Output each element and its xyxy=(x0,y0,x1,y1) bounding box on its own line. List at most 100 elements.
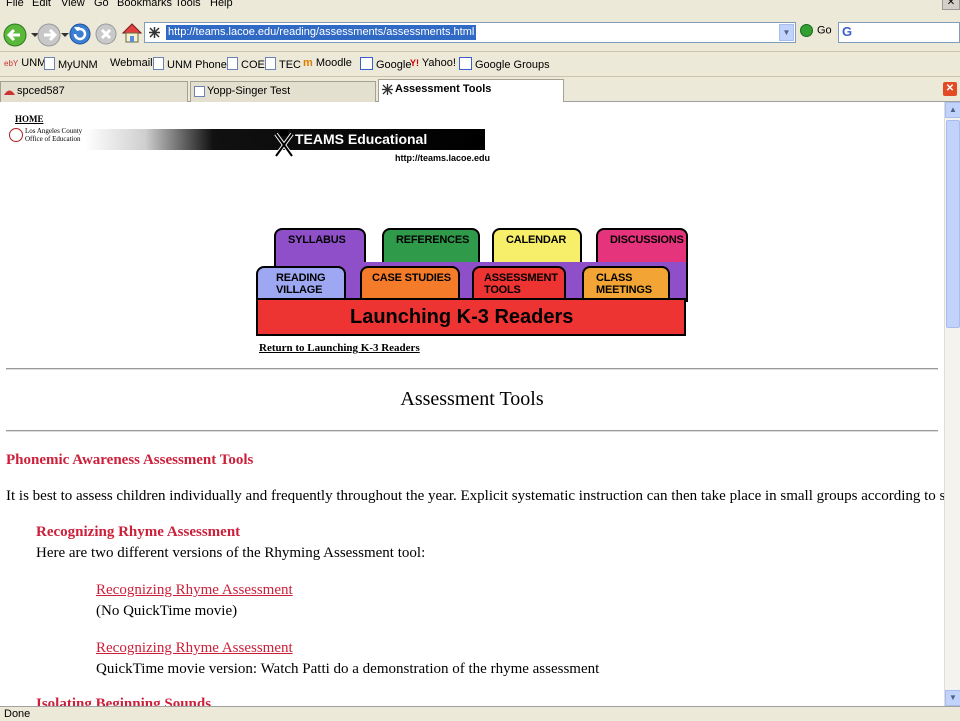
nav-tab-label: READING xyxy=(276,272,326,284)
close-tab-icon[interactable]: ✕ xyxy=(943,82,957,96)
go-icon xyxy=(800,24,813,37)
bookmark-label: Yahoo! xyxy=(421,57,456,69)
section-title: Phonemic Awareness Assessment Tools xyxy=(6,452,254,468)
bookmark-tec[interactable]: TEC xyxy=(265,57,301,71)
nav-tab-reading-village[interactable]: READING VILLAGE xyxy=(256,266,346,300)
go-label: Go xyxy=(817,24,832,37)
bookmark-google-groups[interactable]: Google Groups xyxy=(459,57,550,71)
bookmark-label: UNM Phone xyxy=(167,59,227,71)
subsection-description: Here are two different versions of the R… xyxy=(36,545,426,561)
status-bar: Done xyxy=(0,706,960,720)
forward-icon[interactable] xyxy=(36,22,70,48)
google-icon xyxy=(360,57,373,70)
google-icon xyxy=(459,57,472,70)
bookmark-google[interactable]: Google xyxy=(360,57,411,71)
bookmark-label: MyUNM xyxy=(58,59,98,71)
bookmark-unm[interactable]: ebY UNM xyxy=(4,57,46,69)
scroll-up-icon[interactable]: ▲ xyxy=(945,102,960,118)
moodle-icon: m xyxy=(303,57,313,69)
scroll-thumb[interactable] xyxy=(946,120,960,328)
bookmark-coe[interactable]: COE xyxy=(227,57,265,71)
lacoe-line1: Los Angeles County xyxy=(25,127,83,135)
lacoe-logo[interactable]: Los Angeles County Office of Education xyxy=(9,127,89,143)
google-search-icon: G xyxy=(842,24,853,39)
scroll-down-icon[interactable]: ▼ xyxy=(945,690,960,706)
page-content: HOME Los Angeles County Office of Educat… xyxy=(0,102,944,706)
tab-favicon-icon xyxy=(382,84,393,95)
tab-yopp-singer-test[interactable]: Yopp-Singer Test xyxy=(190,81,376,102)
nav-tab-label: TOOLS xyxy=(484,284,521,296)
divider xyxy=(6,368,938,370)
banner-url: http://teams.lacoe.edu xyxy=(395,153,491,163)
page-icon xyxy=(227,57,238,70)
nav-tab-label: ASSESSMENT xyxy=(484,272,558,284)
bookmark-label: Google Groups xyxy=(475,59,550,71)
vertical-scrollbar[interactable]: ▲ ▼ xyxy=(944,102,960,706)
bookmark-webmail[interactable]: Webmail xyxy=(110,57,153,69)
bookmark-label: Webmail xyxy=(110,57,153,69)
reload-icon[interactable] xyxy=(68,22,92,46)
nav-tab-class-meetings[interactable]: CLASS MEETINGS xyxy=(582,266,670,300)
bookmark-label: COE xyxy=(241,59,265,71)
subsection-title: Recognizing Rhyme Assessment xyxy=(36,524,241,540)
tab-assessment-tools[interactable]: Assessment Tools xyxy=(378,79,564,102)
bookmark-label: Moodle xyxy=(315,57,352,69)
nav-base-banner[interactable]: Launching K-3 Readers xyxy=(256,298,686,336)
menu-go[interactable]: Go xyxy=(94,0,109,9)
nav-base-title: Launching K-3 Readers xyxy=(350,306,574,328)
bookmark-label: Google xyxy=(376,59,412,71)
menu-bar: File Edit View Go Bookmarks Tools Help ✕ xyxy=(0,0,960,14)
bookmark-label: TEC xyxy=(279,59,301,71)
link-note: QuickTime movie version: Watch Patti do … xyxy=(96,661,600,677)
nav-tab-label: REFERENCES xyxy=(396,234,470,246)
address-bar[interactable]: http://teams.lacoe.edu/reading/assessmen… xyxy=(144,22,796,43)
menu-tools[interactable]: Tools xyxy=(175,0,201,9)
menu-help[interactable]: Help xyxy=(210,0,233,9)
status-text: Done xyxy=(4,708,31,720)
page-icon xyxy=(44,57,55,70)
nav-tab-label: CASE STUDIES xyxy=(372,272,451,284)
nav-tab-label: SYLLABUS xyxy=(288,234,346,246)
home-link[interactable]: HOME xyxy=(15,114,44,124)
nav-tab-case-studies[interactable]: CASE STUDIES xyxy=(360,266,460,300)
bookmark-myunm[interactable]: MyUNM xyxy=(44,57,98,71)
nav-tab-label: VILLAGE xyxy=(276,284,323,296)
link-note: (No QuickTime movie) xyxy=(96,603,238,619)
go-button[interactable]: Go xyxy=(800,24,832,37)
yahoo-icon: Y! xyxy=(410,58,419,68)
address-dropdown-icon[interactable]: ▼ xyxy=(779,24,794,41)
menu-edit[interactable]: Edit xyxy=(32,0,51,9)
nav-tab-label: DISCUSSIONS xyxy=(610,234,684,246)
home-icon[interactable] xyxy=(120,20,144,46)
page-icon xyxy=(194,86,205,97)
nav-tab-label: CLASS xyxy=(596,272,633,284)
stop-icon[interactable] xyxy=(94,22,118,46)
bookmark-unm-phone[interactable]: UNM Phone xyxy=(153,57,227,71)
nav-tab-label: CALENDAR xyxy=(506,234,567,246)
menu-bookmarks[interactable]: Bookmarks xyxy=(117,0,172,9)
menu-file[interactable]: File xyxy=(6,0,24,9)
tab-spced587[interactable]: spced587 xyxy=(0,81,188,102)
url-text[interactable]: http://teams.lacoe.edu/reading/assessmen… xyxy=(166,25,477,40)
nav-tab-label: MEETINGS xyxy=(596,284,652,296)
tab-label: Assessment Tools xyxy=(395,83,492,95)
return-link[interactable]: Return to Launching K-3 Readers xyxy=(259,342,420,354)
bookmark-yahoo[interactable]: Y! Yahoo! xyxy=(410,57,456,69)
seal-icon xyxy=(9,128,23,142)
rhyme-assessment-link-1[interactable]: Recognizing Rhyme Assessment xyxy=(96,582,293,599)
page-heading: Assessment Tools xyxy=(400,388,544,410)
course-navigation: SYLLABUS REFERENCES CALENDAR DISCUSSIONS… xyxy=(256,228,688,338)
nav-tab-assessment-tools[interactable]: ASSESSMENT TOOLS xyxy=(472,266,566,300)
window-close-icon[interactable]: ✕ xyxy=(942,0,960,10)
tab-label: spced587 xyxy=(17,85,65,97)
teams-logo-icon xyxy=(274,130,294,158)
search-box[interactable]: G xyxy=(838,22,960,43)
rhyme-assessment-link-2[interactable]: Recognizing Rhyme Assessment xyxy=(96,640,293,657)
page-icon xyxy=(265,57,276,70)
menu-view[interactable]: View xyxy=(61,0,85,9)
lacoe-line2: Office of Education xyxy=(25,135,81,143)
tab-label: Yopp-Singer Test xyxy=(207,85,291,97)
bookmarks-toolbar: ebY UNM MyUNM Webmail UNM Phone COE TEC … xyxy=(0,53,960,77)
bookmark-moodle[interactable]: m Moodle xyxy=(303,57,352,69)
site-favicon-icon xyxy=(149,27,160,38)
